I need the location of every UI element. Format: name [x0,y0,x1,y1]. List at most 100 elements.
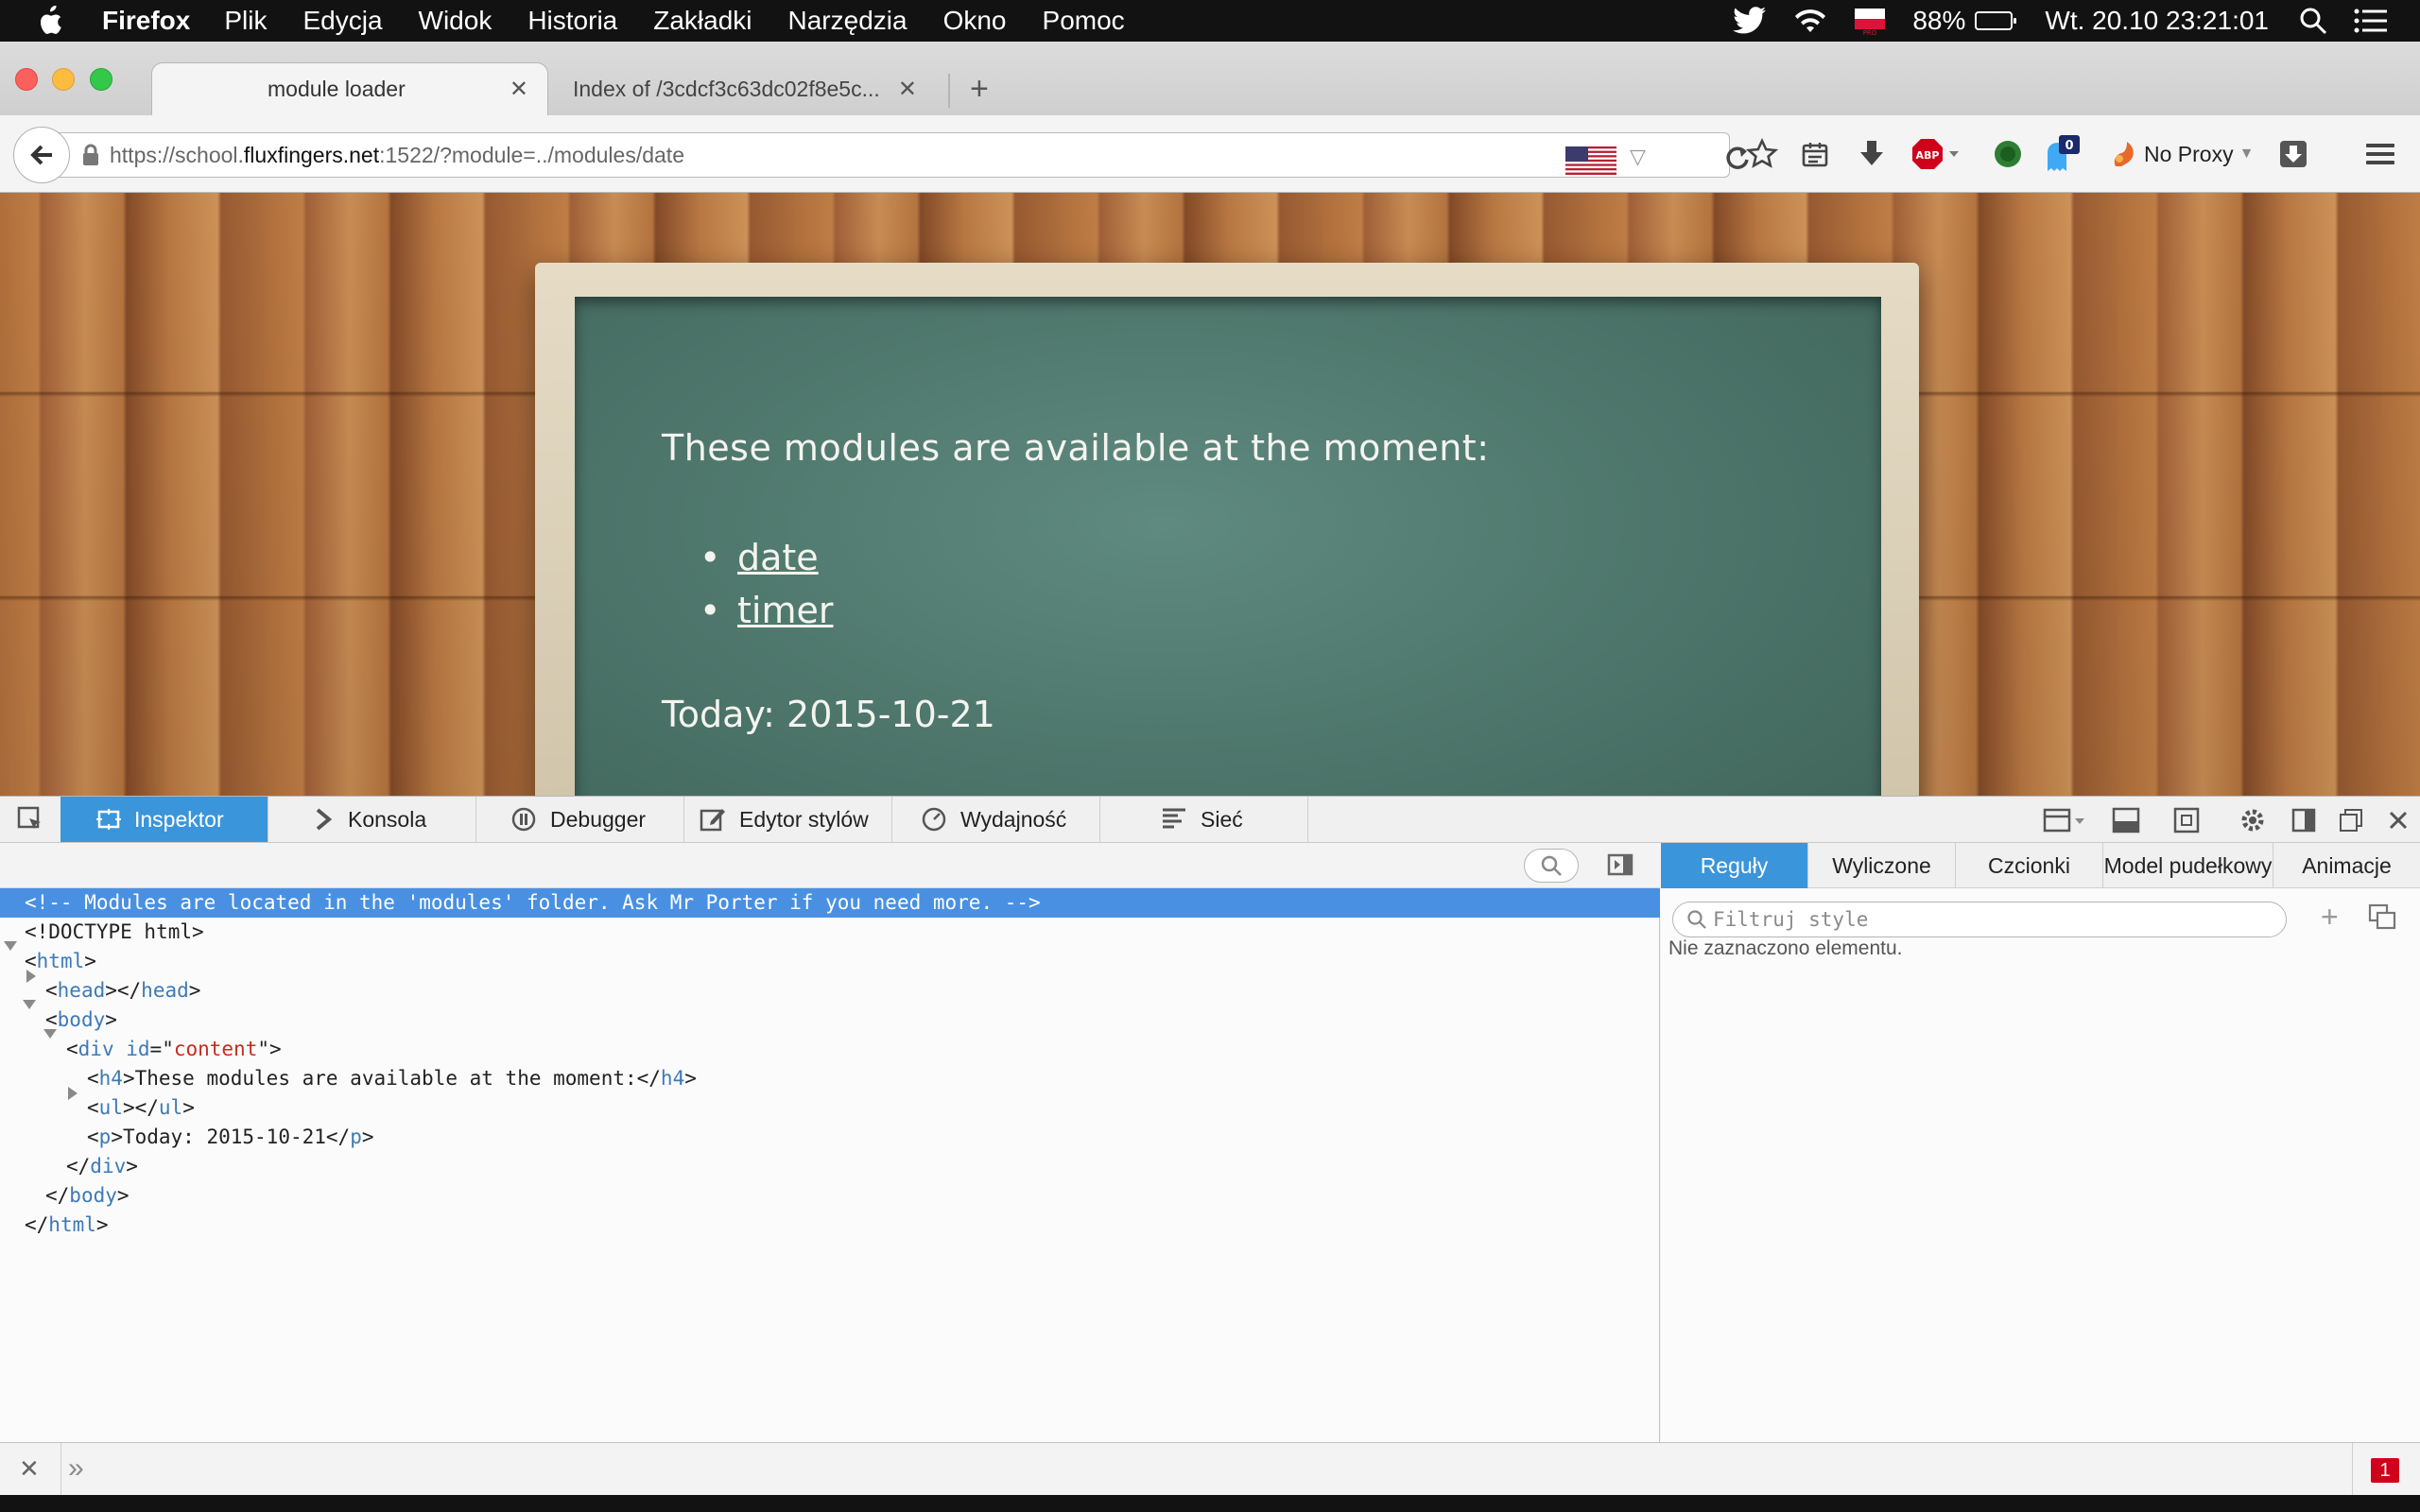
apple-icon[interactable] [36,6,74,36]
reading-list-icon[interactable] [1794,132,1836,176]
menu-okno[interactable]: Okno [943,6,1007,36]
poland-flag-icon[interactable]: PRO [1854,7,1886,35]
proxy-switch-button[interactable]: No Proxy ▼ [2110,132,2254,176]
tab-label: Edytor stylów [739,806,869,832]
twitter-icon[interactable] [1733,7,1767,35]
tab-konsola[interactable]: Konsola [268,797,476,842]
markup-comment-node[interactable]: <!-- Modules are located in the 'modules… [0,888,1660,918]
menu-edycja[interactable]: Edycja [302,6,382,36]
tab-wydajnosc[interactable]: Wydajność [892,797,1100,842]
undock-window-icon[interactable] [2335,804,2367,836]
window-close-button[interactable] [15,68,38,91]
toggle-sidebar-icon[interactable] [1607,852,1634,882]
tab-edytor-stylow[interactable]: Edytor stylów [684,797,892,842]
shield-extension-icon[interactable] [1989,132,2027,176]
chevron-down-icon: ▼ [2238,146,2255,162]
module-list: date timer [700,537,833,643]
tab-module-loader[interactable]: module loader ✕ [151,62,548,115]
tag-name: h4 [660,1067,685,1090]
url-bar[interactable]: https://school. fluxfingers.net:1522/?mod… [53,132,1749,180]
error-count-badge[interactable]: 1 [2371,1458,2399,1483]
tag-name: h4 [98,1067,123,1090]
page-heading: These modules are available at the momen… [662,427,1490,469]
close-devtools-icon[interactable] [2382,804,2414,836]
markup-body-close[interactable]: </body> [45,1181,130,1211]
collapse-triangle-icon[interactable] [43,1029,57,1039]
menu-pomoc[interactable]: Pomoc [1043,6,1125,36]
chevron-down-icon[interactable]: ▽ [1630,145,1646,169]
tab-czcionki[interactable]: Czcionki [1956,843,2103,888]
frame-select-icon[interactable] [2040,804,2091,836]
us-flag-icon[interactable] [1565,146,1616,180]
toggle-pseudo-class-icon[interactable] [2368,903,2398,936]
markup-div-close[interactable]: </div> [66,1152,138,1181]
performance-icon [921,806,947,833]
rules-sidebar: Reguły Wyliczone Czcionki Model pudełkow… [1661,843,2420,1442]
module-link-date[interactable]: date [737,537,819,578]
spotlight-search-icon[interactable] [2299,7,2327,35]
new-tab-button[interactable]: + [970,70,989,108]
battery-icon [1975,11,2017,30]
tab-index-of[interactable]: Index of /3cdcf3c63dc02f8e5c... ✕ [558,62,936,115]
expand-triangle-icon[interactable] [68,1087,78,1100]
expand-triangle-icon[interactable] [26,970,36,983]
markup-html-close[interactable]: </html> [25,1211,109,1240]
module-link-timer[interactable]: timer [737,590,833,631]
menu-app-name[interactable]: Firefox [102,6,190,36]
list-item: date [700,537,833,590]
tab-wyliczone[interactable]: Wyliczone [1808,843,1956,888]
tab-inspektor[interactable]: Inspektor [60,797,268,842]
tab-close-icon[interactable]: ✕ [510,76,528,103]
window-minimize-button[interactable] [52,68,75,91]
ghostery-icon[interactable]: 0 [2042,132,2089,176]
settings-gear-icon[interactable] [2237,804,2269,836]
window-zoom-button[interactable] [90,68,112,91]
tab-siec[interactable]: Sieć [1100,797,1308,842]
pocket-download-icon[interactable] [2274,132,2312,176]
wifi-icon[interactable] [1793,8,1827,34]
tab-model-pudelkowy[interactable]: Model pudełkowy [2103,843,2273,888]
markup-search-button[interactable] [1524,849,1579,883]
tab-animacje[interactable]: Animacje [2273,843,2420,888]
console-input[interactable]: » [68,1452,84,1485]
download-icon[interactable] [1851,132,1893,176]
split-console-bar: ✕ » 1 [0,1442,2420,1496]
responsive-mode-icon[interactable] [2170,804,2203,836]
adblock-plus-icon[interactable]: ABP [1911,132,1962,176]
markup-h4-node[interactable]: <h4>These modules are available at the m… [87,1064,697,1093]
back-arrow-icon [27,141,56,169]
tab-reguly[interactable]: Reguły [1661,843,1808,888]
menu-historia[interactable]: Historia [527,6,617,36]
add-rule-button[interactable]: + [2321,900,2339,935]
close-icon[interactable]: ✕ [19,1454,40,1484]
filter-styles-input[interactable]: Filtruj style [1672,902,2287,937]
markup-p-node[interactable]: <p>Today: 2015-10-21</p> [87,1123,374,1152]
sidebar-tabs: Reguły Wyliczone Czcionki Model pudełkow… [1661,843,2420,888]
markup-ul-node[interactable]: <ul></ul> [87,1093,195,1123]
markup-doctype-node[interactable]: <!DOCTYPE html> [25,918,204,947]
collapse-triangle-icon[interactable] [23,1000,36,1009]
notification-center-icon[interactable] [2354,8,2388,34]
markup-head-node[interactable]: <head></head> [45,976,200,1005]
hamburger-menu-icon[interactable] [2361,132,2399,176]
dock-side-icon[interactable] [2288,804,2320,836]
markup-div-node[interactable]: <div id="content"> [66,1035,282,1064]
menu-plik[interactable]: Plik [224,6,267,36]
markup-toolbar [0,843,1660,888]
split-console-icon[interactable] [2110,804,2142,836]
menu-widok[interactable]: Widok [419,6,493,36]
menu-narzedzia[interactable]: Narzędzia [788,6,908,36]
network-icon [1161,807,1187,832]
collapse-triangle-icon[interactable] [4,941,17,951]
back-button[interactable] [13,127,70,183]
clock[interactable]: Wt. 20.10 23:21:01 [2045,6,2269,36]
battery-status[interactable]: 88% [1912,6,2017,36]
lock-icon[interactable] [81,144,100,166]
debugger-icon [510,806,537,833]
element-picker-button[interactable] [0,797,60,842]
menu-zakladki[interactable]: Zakładki [653,6,752,36]
bookmark-star-icon[interactable] [1741,132,1783,176]
tab-debugger[interactable]: Debugger [476,797,684,842]
tab-close-icon[interactable]: ✕ [898,76,917,103]
filter-placeholder: Filtruj style [1713,908,1869,931]
